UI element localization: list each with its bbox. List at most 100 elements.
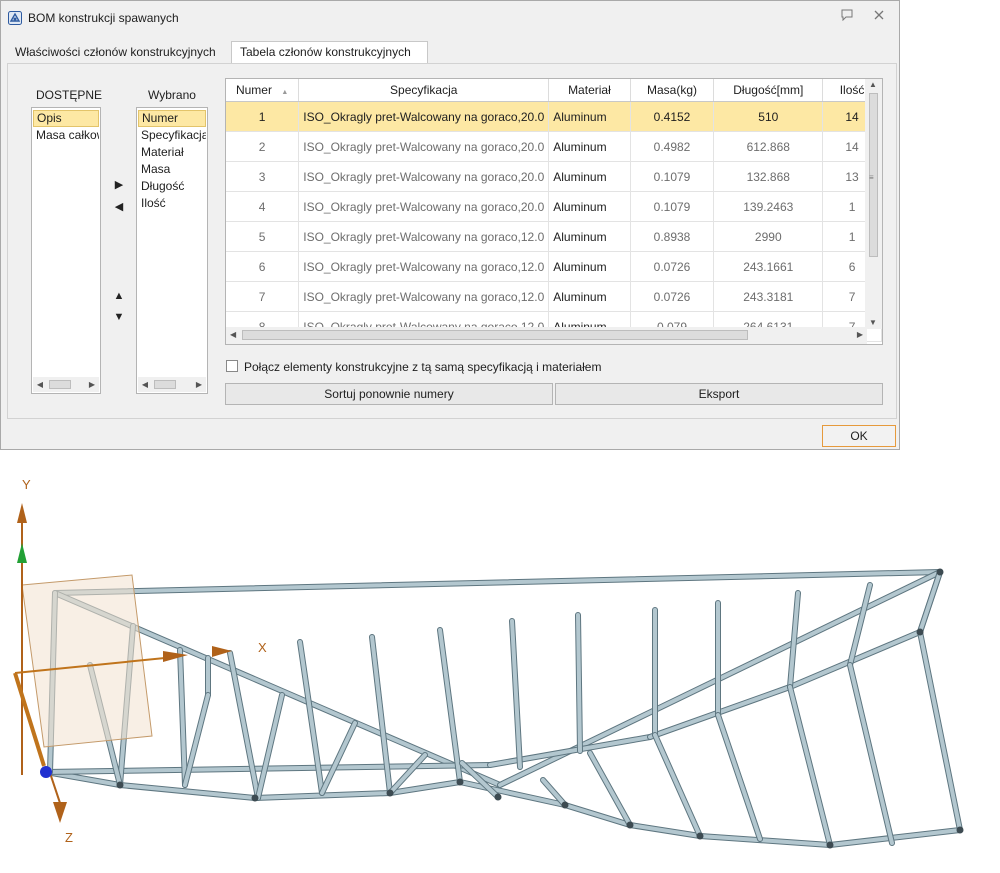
scroll-thumb[interactable]: [49, 380, 71, 389]
list-item[interactable]: Masa: [138, 161, 206, 178]
table-vscroll[interactable]: ▲ ≡ ▼: [865, 79, 882, 329]
sort-asc-icon: ▲: [281, 89, 289, 96]
table-row[interactable]: 1 ISO_Okragly pret-Walcowany na goraco,20…: [226, 101, 882, 132]
column-header-material[interactable]: Materiał: [548, 79, 631, 102]
comment-icon[interactable]: [839, 9, 855, 25]
frame-member[interactable]: [53, 570, 942, 595]
joint-node: [956, 826, 964, 834]
frame-member[interactable]: [848, 663, 894, 845]
add-arrow-icon[interactable]: ▶: [112, 178, 126, 192]
list-item[interactable]: Numer: [138, 110, 206, 127]
chosen-list[interactable]: Numer Specyfikacja Materiał Masa Długość…: [136, 107, 208, 394]
joint-node: [494, 793, 502, 801]
table-row[interactable]: 4 ISO_Okragly pret-Walcowany na goraco,20…: [226, 191, 882, 222]
frame-member[interactable]: [716, 713, 762, 841]
cell-length: 139.2463: [713, 191, 824, 222]
cell-spec: ISO_Okragly pret-Walcowany na goraco,12.…: [298, 221, 550, 252]
cell-material: Aluminum: [548, 101, 631, 132]
cell-spec: ISO_Okragly pret-Walcowany na goraco,20.…: [298, 131, 550, 162]
scroll-right-icon[interactable]: ▶: [87, 379, 97, 390]
cell-length: 612.868: [713, 131, 824, 162]
x-axis-label: X: [258, 640, 267, 655]
scroll-right-icon[interactable]: ▶: [194, 379, 204, 390]
list-item[interactable]: Długość: [138, 178, 206, 195]
cell-number: 6: [226, 251, 300, 282]
frame-member[interactable]: [256, 693, 284, 800]
column-header-spec[interactable]: Specyfikacja: [298, 79, 550, 102]
frame-member[interactable]: [653, 733, 702, 838]
scroll-down-icon[interactable]: ▼: [869, 318, 877, 327]
cell-spec: ISO_Okragly pret-Walcowany na goraco,20.…: [298, 161, 550, 192]
column-header-mass[interactable]: Masa(kg): [630, 79, 715, 102]
origin-icon: [40, 766, 52, 778]
scroll-right-icon[interactable]: ▶: [857, 330, 863, 339]
move-up-icon[interactable]: ▲: [112, 289, 126, 303]
export-button[interactable]: Eksport: [555, 383, 883, 405]
joint-node: [456, 778, 464, 786]
table-row[interactable]: 6 ISO_Okragly pret-Walcowany na goraco,12…: [226, 251, 882, 282]
joint-node: [916, 628, 924, 636]
table-hscroll[interactable]: ◀ ▶: [226, 327, 867, 344]
header-label: Numer: [235, 83, 272, 97]
cell-mass: 0.1079: [630, 191, 715, 222]
table-row[interactable]: 2 ISO_Okragly pret-Walcowany na goraco,20…: [226, 131, 882, 162]
scroll-left-icon[interactable]: ◀: [35, 379, 45, 390]
cell-length: 2990: [713, 221, 824, 252]
cell-material: Aluminum: [548, 131, 631, 162]
table-row[interactable]: 3 ISO_Okragly pret-Walcowany na goraco,20…: [226, 161, 882, 192]
merge-checkbox[interactable]: [226, 360, 238, 372]
joint-node: [826, 841, 834, 849]
frame-member[interactable]: [828, 828, 962, 847]
available-hscroll[interactable]: ◀ ▶: [33, 377, 99, 392]
z-arrow-icon: [53, 802, 67, 823]
frame-member[interactable]: [918, 630, 962, 832]
cell-mass: 0.8938: [630, 221, 715, 252]
frame-member[interactable]: [788, 685, 832, 847]
cell-material: Aluminum: [548, 191, 631, 222]
frame-member[interactable]: [118, 783, 257, 800]
scroll-up-icon[interactable]: ▲: [869, 80, 877, 89]
bom-table[interactable]: Numer ▲ Specyfikacja Materiał Masa(kg) D…: [225, 78, 883, 345]
frame-member[interactable]: [178, 648, 187, 787]
move-down-icon[interactable]: ▼: [112, 310, 126, 324]
frame-member[interactable]: [698, 834, 832, 847]
column-header-length[interactable]: Długość[mm]: [713, 79, 824, 102]
available-list[interactable]: Opis Masa całkow ◀ ▶: [31, 107, 101, 394]
x-arrow-icon: [163, 651, 188, 662]
ok-button[interactable]: OK: [822, 425, 896, 447]
frame-member[interactable]: [628, 823, 702, 838]
list-item[interactable]: Materiał: [138, 144, 206, 161]
table-row[interactable]: 7 ISO_Okragly pret-Walcowany na goraco,12…: [226, 281, 882, 312]
cell-number: 5: [226, 221, 300, 252]
scroll-thumb[interactable]: [154, 380, 176, 389]
joint-node: [936, 568, 944, 576]
chosen-hscroll[interactable]: ◀ ▶: [138, 377, 206, 392]
frame-member[interactable]: [320, 721, 357, 795]
remove-arrow-icon[interactable]: ◀: [112, 200, 126, 214]
table-row[interactable]: 5 ISO_Okragly pret-Walcowany na goraco,12…: [226, 221, 882, 252]
3d-viewport[interactable]: Y X Z: [0, 455, 1000, 873]
grip-icon: ≡: [869, 173, 874, 182]
cell-number: 1: [226, 101, 300, 132]
cell-number: 3: [226, 161, 300, 192]
window-title: BOM konstrukcji spawanych: [28, 11, 179, 25]
cell-material: Aluminum: [548, 281, 631, 312]
column-header-number[interactable]: Numer ▲: [226, 79, 300, 102]
list-item[interactable]: Masa całkow: [33, 127, 99, 144]
cell-material: Aluminum: [548, 221, 631, 252]
scroll-left-icon[interactable]: ◀: [230, 330, 236, 339]
renumber-button[interactable]: Sortuj ponownie numery: [225, 383, 553, 405]
bom-table-body: Numer ▲ Specyfikacja Materiał Masa(kg) D…: [226, 79, 882, 342]
list-item[interactable]: Ilość: [138, 195, 206, 212]
scroll-thumb[interactable]: [242, 330, 748, 340]
scroll-left-icon[interactable]: ◀: [140, 379, 150, 390]
tab-member-properties[interactable]: Właściwości członów konstrukcyjnych: [7, 42, 229, 63]
close-icon[interactable]: [871, 9, 887, 25]
joint-node: [561, 801, 569, 809]
frame-member[interactable]: [488, 735, 652, 767]
tab-member-table[interactable]: Tabela członów konstrukcyjnych: [231, 41, 428, 64]
cell-mass: 0.4982: [630, 131, 715, 162]
list-item[interactable]: Opis: [33, 110, 99, 127]
list-item[interactable]: Specyfikacja: [138, 127, 206, 144]
frame-member[interactable]: [576, 613, 582, 753]
